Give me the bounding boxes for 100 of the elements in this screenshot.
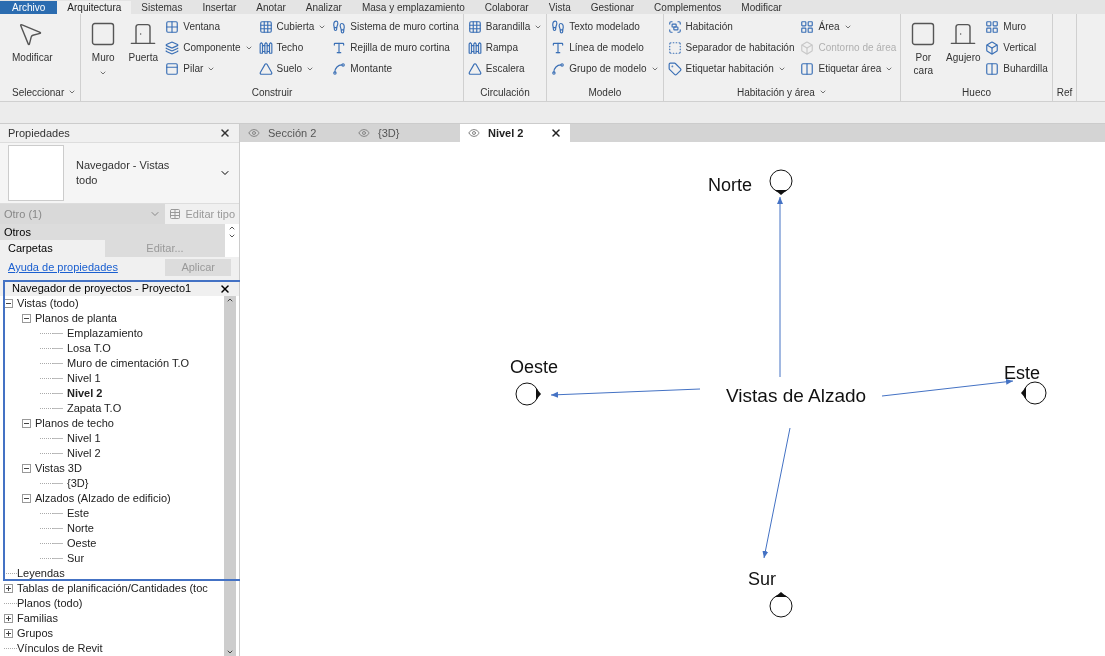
tree-item[interactable]: Alzados (Alzado de edificio) <box>35 490 171 507</box>
ribbon-tool-button[interactable]: Barandilla <box>465 16 545 37</box>
menu-tab[interactable]: Modificar <box>731 1 792 14</box>
collapse-toggle-icon[interactable] <box>22 464 31 473</box>
ribbon-tool-button[interactable]: Grupo de modelo <box>549 58 661 79</box>
collapse-toggle-icon[interactable] <box>4 299 13 308</box>
ribbon-tool-button[interactable]: Texto modelado <box>549 16 661 37</box>
tree-item[interactable]: Nivel 1 <box>67 370 101 387</box>
triangle-icon <box>467 61 482 76</box>
expand-toggle-icon[interactable] <box>4 614 13 623</box>
expand-toggle-icon[interactable] <box>4 629 13 638</box>
ribbon-tool-button[interactable]: Etiquetar área <box>798 58 899 79</box>
type-selector[interactable]: Navegador - Vistas todo <box>0 142 239 204</box>
tree-item[interactable]: Norte <box>67 520 94 537</box>
layers-icon <box>165 40 180 55</box>
ribbon-tool-button[interactable]: Techo <box>256 37 329 58</box>
ribbon-tool-button[interactable]: Ventana <box>163 16 255 37</box>
ribbon-tool-button[interactable]: Cubierta <box>256 16 329 37</box>
tree-item[interactable]: Planos (todo) <box>17 595 83 612</box>
menu-tab[interactable]: Archivo <box>0 1 58 14</box>
help-link[interactable]: Ayuda de propiedades <box>8 258 118 276</box>
scrollbar[interactable] <box>224 296 236 656</box>
tree-item[interactable]: Tablas de planificación/Cantidades (toc <box>17 580 208 597</box>
ribbon-tool-button[interactable]: Buhardilla <box>983 58 1050 79</box>
tree-item[interactable]: {3D} <box>67 475 89 492</box>
scrollbar[interactable] <box>225 224 239 257</box>
tree-item[interactable]: Planos de techo <box>35 415 114 432</box>
ribbon-tool-button[interactable]: Sistema de muro cortina <box>330 16 461 37</box>
menu-tab[interactable]: Vista <box>538 1 581 14</box>
column-icon <box>985 61 1000 76</box>
letter-icon <box>332 40 347 55</box>
menu-tab[interactable]: Complementos <box>644 1 732 14</box>
caret-icon <box>818 88 827 96</box>
ribbon-tool-button[interactable]: Escalera <box>465 58 545 79</box>
close-icon[interactable] <box>219 282 231 295</box>
ribbon-tool-button[interactable]: Separador de habitación <box>665 37 797 58</box>
menu-tab[interactable]: Anotar <box>246 1 296 14</box>
ribbon-tool-button[interactable]: Pilar <box>163 58 255 79</box>
ribbon-tool-button[interactable]: Componente <box>163 37 255 58</box>
ribbon-tool-button[interactable]: Por cara <box>903 16 944 83</box>
ribbon-tool-button[interactable]: Puerta <box>123 16 164 83</box>
view-tab[interactable]: Sección 2 <box>240 124 350 142</box>
ribbon-tool-button[interactable]: Rejilla de muro cortina <box>330 37 461 58</box>
ribbon-tool-button[interactable]: Área <box>798 16 899 37</box>
tree-item[interactable]: Grupos <box>17 625 54 642</box>
ribbon-tool-button[interactable]: Etiquetar habitación <box>665 58 797 79</box>
panel-title: Navegador de proyectos - Proyecto1 <box>12 281 192 297</box>
tree-item[interactable]: Losa T.O <box>67 340 111 357</box>
tree-item[interactable]: Muro de cimentación T.O <box>67 355 190 372</box>
close-icon[interactable] <box>219 127 231 139</box>
footprints-icon <box>332 19 347 34</box>
footprints-icon <box>551 19 566 34</box>
tree-item[interactable]: Vistas (todo) <box>17 296 79 312</box>
ribbon-tool-button[interactable]: Rampa <box>465 37 545 58</box>
tree-item[interactable]: Sur <box>67 550 85 567</box>
tree-item[interactable]: Planos de planta <box>35 310 117 327</box>
menu-tab[interactable]: Analizar <box>295 1 352 14</box>
menu-tab[interactable]: Insertar <box>192 1 247 14</box>
tree-item[interactable]: Este <box>67 505 89 522</box>
elevation-marker[interactable] <box>769 169 793 195</box>
curve-icon <box>551 61 566 76</box>
collapse-toggle-icon[interactable] <box>22 314 31 323</box>
expand-toggle-icon[interactable] <box>4 584 13 593</box>
caret-icon <box>226 296 234 304</box>
tag-icon <box>667 61 682 76</box>
tree-item[interactable]: Nivel 1 <box>67 430 101 447</box>
tree-item[interactable]: Vínculos de Revit <box>17 640 103 656</box>
tree-item[interactable]: Familias <box>17 610 58 627</box>
tree-item[interactable]: Emplazamiento <box>67 325 143 342</box>
collapse-toggle-icon[interactable] <box>22 419 31 428</box>
ribbon-panel-title[interactable]: Seleccionar <box>8 83 81 101</box>
menu-tab[interactable]: Sistemas <box>131 1 193 14</box>
ribbon-tool-button[interactable]: Muro <box>83 16 124 83</box>
ribbon-panel-title: Construir <box>250 85 294 100</box>
tree-item[interactable]: Leyendas <box>17 565 65 582</box>
menu-tab[interactable]: Arquitectura <box>57 1 132 14</box>
ribbon-tool-button[interactable]: Muro <box>983 16 1050 37</box>
tree-item[interactable]: Zapata T.O <box>67 400 122 417</box>
menu-tab[interactable]: Masa y emplazamiento <box>351 1 475 14</box>
elevation-marker[interactable] <box>769 592 793 618</box>
tree-item[interactable]: Vistas 3D <box>35 460 82 477</box>
collapse-toggle-icon[interactable] <box>22 494 31 503</box>
menu-tab[interactable]: Colaborar <box>474 1 539 14</box>
view-tab[interactable]: {3D} <box>350 124 460 142</box>
elevation-marker[interactable] <box>1021 381 1047 405</box>
tree-item[interactable]: Oeste <box>67 535 97 552</box>
tree-item[interactable]: Nivel 2 <box>67 385 103 402</box>
ribbon-tool-button[interactable]: Suelo <box>256 58 329 79</box>
ribbon-tool-button[interactable]: Línea de modelo <box>549 37 661 58</box>
close-icon[interactable] <box>550 127 562 139</box>
ribbon-panel-title[interactable]: Habitación y área <box>663 83 901 101</box>
menu-tab[interactable]: Gestionar <box>580 1 645 14</box>
elevation-marker[interactable] <box>515 382 541 406</box>
ribbon-tool-button[interactable]: Montante <box>330 58 461 79</box>
ribbon-tool-button[interactable]: Agujero <box>943 16 984 83</box>
tree-item[interactable]: Nivel 2 <box>67 445 101 462</box>
view-tab[interactable]: Nivel 2 <box>460 124 570 142</box>
ribbon-tool-button[interactable]: Vertical <box>983 37 1050 58</box>
ribbon-panel-title: Modelo <box>587 85 623 100</box>
ribbon-tool-button[interactable]: Habitación <box>665 16 797 37</box>
